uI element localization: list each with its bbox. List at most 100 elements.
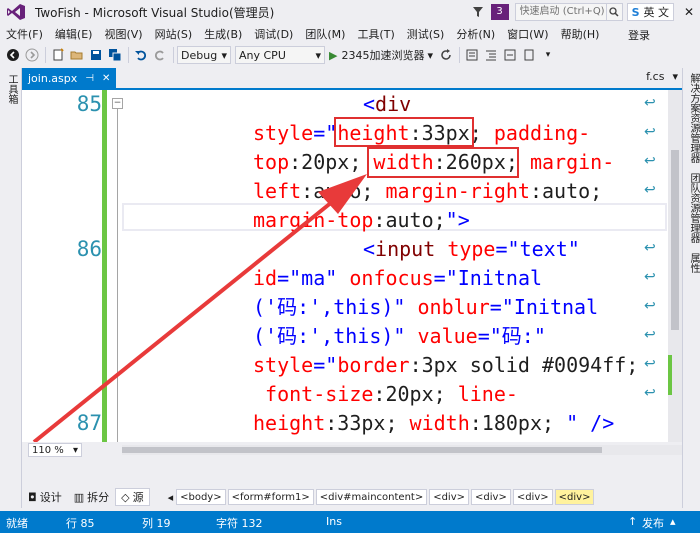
chevron-down-icon: ▾ [72,444,78,456]
source-icon: ◇ [121,490,130,504]
back-icon[interactable] [4,46,22,64]
design-icon: ◘ [28,490,37,504]
publish-button[interactable]: 发布 [642,515,664,531]
menu-bar: 文件(F) 编辑(E) 视图(V) 网站(S) 生成(B) 调试(D) 团队(M… [0,24,700,44]
toolbar-separator [173,47,174,63]
window-title: TwoFish - Microsoft Visual Studio(管理员) [35,5,275,20]
menu-debug[interactable]: 调试(D) [248,26,299,42]
right-tool-strip: 解决方案资源管理器 团队资源管理器 属性 [682,68,700,508]
ime-indicator[interactable]: S 英 文 [626,3,674,21]
zoom-dropdown[interactable]: 110 % ▾ [28,443,82,457]
tab-dropdown-icon[interactable]: ▾ [672,70,678,83]
status-ready: 就绪 [6,517,28,530]
source-label: 源 [132,491,144,504]
toolbox-tab[interactable]: 工具箱 [0,68,23,110]
menu-build[interactable]: 生成(B) [198,26,248,42]
start-debugging-button[interactable]: ▶ 2345加速浏览器 ▾ [329,47,433,63]
menu-view[interactable]: 视图(V) [98,26,148,42]
menu-test[interactable]: 测试(S) [401,26,451,42]
scroll-thumb[interactable] [671,150,679,330]
chevron-down-icon: ▾ [221,48,227,62]
filter-icon[interactable] [470,4,486,20]
status-bar: 就绪 行 85 列 19 字符 132 Ins ↑ 发布 ▴ [0,511,700,533]
title-bar: TwoFish - Microsoft Visual Studio(管理员) 3… [0,0,700,24]
breadcrumb-div[interactable]: <div> [471,489,511,505]
indent-icon[interactable] [482,46,500,64]
left-tool-strip: 工具箱 [0,68,22,508]
save-all-icon[interactable] [106,46,124,64]
platform-dropdown[interactable]: Any CPU ▾ [235,46,325,64]
breadcrumb-form[interactable]: <form#form1> [227,489,314,505]
publish-up-icon[interactable]: ↑ [628,515,637,528]
format-icon[interactable] [463,46,481,64]
menu-team[interactable]: 团队(M) [299,26,351,42]
status-insert-mode: Ins [326,515,342,528]
tab-label: join.aspx [28,71,78,85]
split-label: 拆分 [87,491,110,504]
redo-icon[interactable] [151,46,169,64]
play-icon: ▶ [329,48,338,62]
close-window-button[interactable]: ✕ [678,2,700,22]
design-view-button[interactable]: ◘ 设计 [22,488,68,506]
source-view-button[interactable]: ◇ 源 [115,488,150,506]
breadcrumb-div[interactable]: <div> [429,489,470,505]
search-icon[interactable] [606,3,623,21]
breadcrumb-left-icon[interactable]: ◂ [168,491,174,504]
solution-explorer-tab[interactable]: 解决方案资源管理器 [683,68,700,168]
status-line: 行 85 [66,517,95,530]
status-char: 字符 132 [216,517,263,530]
chevron-up-icon[interactable]: ▴ [670,515,676,528]
chevron-down-icon: ▾ [427,48,433,62]
refresh-icon[interactable] [437,46,455,64]
breadcrumb-body[interactable]: <body> [176,489,226,505]
quick-launch-input[interactable]: 快速启动 (Ctrl+Q) [514,3,607,21]
menu-analyze[interactable]: 分析(N) [450,26,501,42]
breadcrumb-maincontent[interactable]: <div#maincontent> [315,489,428,505]
open-folder-icon[interactable] [68,46,86,64]
menu-tools[interactable]: 工具(T) [351,26,400,42]
tab-join-aspx[interactable]: join.aspx ⊣ ✕ [22,68,117,88]
breadcrumb-div-selected[interactable]: <div> [554,489,595,505]
team-explorer-tab[interactable]: 团队资源管理器 [683,168,700,248]
platform-value: Any CPU [239,48,286,62]
split-icon: ▥ [73,490,85,504]
scroll-thumb[interactable] [122,447,602,453]
red-arrow-annotation [32,174,367,442]
login-link[interactable]: 登录 [628,27,650,43]
toolbar-separator [128,47,129,63]
save-icon[interactable] [87,46,105,64]
visual-studio-logo-icon [5,2,27,22]
ime-language-label: 英 文 [643,6,670,19]
menu-file[interactable]: 文件(F) [0,26,49,42]
change-marker [668,355,672,395]
vertical-scrollbar[interactable] [668,90,682,442]
horizontal-scrollbar[interactable] [122,445,682,455]
forward-icon[interactable] [23,46,41,64]
tab-f-cs[interactable]: f.cs [646,70,664,83]
toolbar-overflow-icon[interactable]: ▾ [539,46,557,64]
bookmark-icon[interactable] [520,46,538,64]
close-icon[interactable]: ✕ [102,73,110,84]
split-view-button[interactable]: ▥ 拆分 [68,488,115,506]
code-editor[interactable]: 85 86 87 − <div style="height:33px; paddi… [22,90,668,442]
configuration-dropdown[interactable]: Debug ▾ [177,46,231,64]
zoom-value: 110 % [32,444,64,456]
ime-s-icon: S [631,5,640,19]
breadcrumb-div[interactable]: <div> [512,489,553,505]
status-column: 列 19 [142,517,171,530]
new-project-icon[interactable] [49,46,67,64]
toolbar-separator [459,47,460,63]
properties-tab[interactable]: 属性 [683,248,700,278]
undo-icon[interactable] [132,46,150,64]
notification-badge[interactable]: 3 [490,4,509,20]
pin-icon[interactable]: ⊣ [85,73,94,84]
view-mode-bar: ◘ 设计 ▥ 拆分 ◇ 源 ◂ <body> <form#form1> <div… [22,486,682,508]
menu-help[interactable]: 帮助(H) [555,26,606,42]
menu-window[interactable]: 窗口(W) [501,26,554,42]
configuration-value: Debug [181,48,218,62]
comment-icon[interactable] [501,46,519,64]
menu-edit[interactable]: 编辑(E) [49,26,99,42]
editor-footer: 110 % ▾ [22,442,682,458]
menu-website[interactable]: 网站(S) [149,26,199,42]
document-tab-strip: join.aspx ⊣ ✕ f.cs ▾ [22,68,682,90]
